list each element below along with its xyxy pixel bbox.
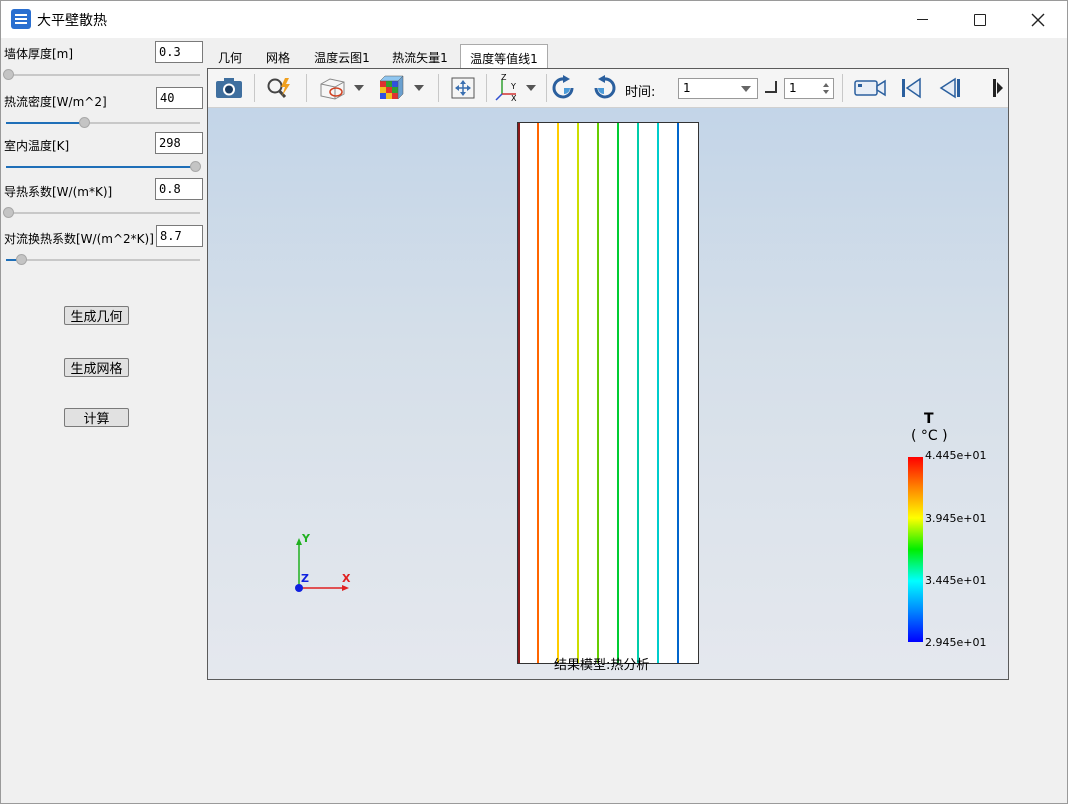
contour-line bbox=[577, 123, 579, 663]
fit-view-icon[interactable] bbox=[448, 74, 478, 102]
minimize-button[interactable] bbox=[893, 1, 951, 38]
convection-input[interactable] bbox=[156, 225, 203, 247]
legend-label-low: 3.445e+01 bbox=[925, 574, 987, 587]
param-label-convection: 对流换热系数[W/(m^2*K)] bbox=[4, 232, 154, 246]
contour-line bbox=[518, 123, 520, 663]
viewport-toolbar: ZYX 时间: 1 1 bbox=[208, 69, 1008, 108]
compute-button[interactable]: 计算 bbox=[64, 408, 129, 427]
tab-temperature-cloud[interactable]: 温度云图1 bbox=[307, 44, 377, 68]
camera-icon[interactable] bbox=[214, 74, 244, 102]
wall-model bbox=[517, 122, 699, 664]
record-camera-icon[interactable] bbox=[852, 74, 888, 102]
colormap-dropdown[interactable] bbox=[414, 85, 424, 91]
render-viewport[interactable]: ZYX 时间: 1 1 结果模型:热分析 Y X Z T (°C) 4.44… bbox=[207, 68, 1009, 680]
conductivity-input[interactable] bbox=[155, 178, 203, 200]
next-frame-icon[interactable] bbox=[986, 74, 1008, 102]
heat-flux-slider[interactable] bbox=[6, 117, 200, 129]
tab-mesh[interactable]: 网格 bbox=[259, 44, 297, 68]
legend-label-max: 4.445e+01 bbox=[925, 449, 987, 462]
time-label: 时间: bbox=[625, 85, 656, 100]
window-title: 大平壁散热 bbox=[37, 13, 107, 29]
param-label-conductivity: 导热系数[W/(m*K)] bbox=[4, 185, 113, 199]
model-caption: 结果模型:热分析 bbox=[554, 658, 650, 673]
time-select[interactable]: 1 bbox=[678, 78, 758, 99]
close-icon bbox=[1031, 13, 1045, 26]
contour-line bbox=[677, 123, 679, 663]
heat-flux-input[interactable] bbox=[156, 87, 203, 109]
svg-text:X: X bbox=[511, 94, 517, 102]
param-label-heat-flux: 热流密度[W/m^2] bbox=[4, 95, 107, 109]
title-bar: 大平壁散热 bbox=[1, 1, 1067, 38]
conductivity-slider[interactable] bbox=[3, 207, 200, 219]
legend-label-high: 3.945e+01 bbox=[925, 512, 987, 525]
contour-line bbox=[657, 123, 659, 663]
step-checkbox[interactable] bbox=[765, 81, 777, 93]
rotate-cw-icon[interactable] bbox=[589, 74, 619, 102]
param-label-thickness: 墙体厚度[m] bbox=[4, 47, 74, 61]
contour-line bbox=[537, 123, 539, 663]
svg-text:Z: Z bbox=[501, 74, 507, 82]
close-button[interactable] bbox=[1009, 1, 1067, 38]
svg-text:X: X bbox=[342, 572, 351, 585]
legend-title: T bbox=[924, 411, 934, 427]
axis-triad: Y X Z bbox=[295, 532, 351, 592]
tab-temperature-isolines[interactable]: 温度等值线1 bbox=[460, 44, 548, 68]
tab-heat-flux-vector[interactable]: 热流矢量1 bbox=[385, 44, 455, 68]
colormap-cube-icon[interactable] bbox=[376, 74, 406, 102]
minimize-icon bbox=[916, 19, 928, 20]
contour-line bbox=[557, 123, 559, 663]
svg-text:Z: Z bbox=[301, 572, 309, 585]
app-icon bbox=[11, 9, 31, 29]
rotate-ccw-icon[interactable] bbox=[549, 74, 579, 102]
display-mode-icon[interactable] bbox=[318, 74, 348, 102]
param-label-indoor-temp: 室内温度[K] bbox=[4, 139, 70, 153]
legend-colorbar bbox=[908, 457, 923, 642]
legend-unit: ( °C ) bbox=[911, 428, 948, 444]
generate-geometry-button[interactable]: 生成几何 bbox=[64, 306, 129, 325]
indoor-temp-input[interactable] bbox=[155, 132, 203, 154]
convection-slider[interactable] bbox=[6, 254, 200, 266]
contour-line bbox=[637, 123, 639, 663]
display-mode-dropdown[interactable] bbox=[354, 85, 364, 91]
indoor-temp-slider[interactable] bbox=[6, 161, 201, 173]
svg-text:Y: Y bbox=[510, 82, 516, 91]
legend-label-min: 2.945e+01 bbox=[925, 636, 987, 649]
axes-orientation-icon[interactable]: ZYX bbox=[494, 74, 524, 102]
svg-text:Y: Y bbox=[301, 532, 311, 545]
maximize-button[interactable] bbox=[951, 1, 1009, 38]
contour-line bbox=[597, 123, 599, 663]
contour-line bbox=[617, 123, 619, 663]
maximize-icon bbox=[974, 13, 986, 26]
zoom-icon[interactable] bbox=[264, 74, 294, 102]
axes-dropdown[interactable] bbox=[526, 85, 536, 91]
app-window: 大平壁散热 墙体厚度[m] 热流密度[W/m^2] 室内温度[K] 导热系数[W… bbox=[0, 0, 1068, 804]
prev-frame-icon[interactable] bbox=[936, 74, 966, 102]
generate-mesh-button[interactable]: 生成网格 bbox=[64, 358, 129, 377]
step-spinbox[interactable]: 1 bbox=[784, 78, 834, 99]
thickness-slider[interactable] bbox=[3, 69, 200, 81]
first-frame-icon[interactable] bbox=[896, 74, 926, 102]
tab-geometry[interactable]: 几何 bbox=[211, 44, 249, 68]
thickness-input[interactable] bbox=[155, 41, 203, 63]
